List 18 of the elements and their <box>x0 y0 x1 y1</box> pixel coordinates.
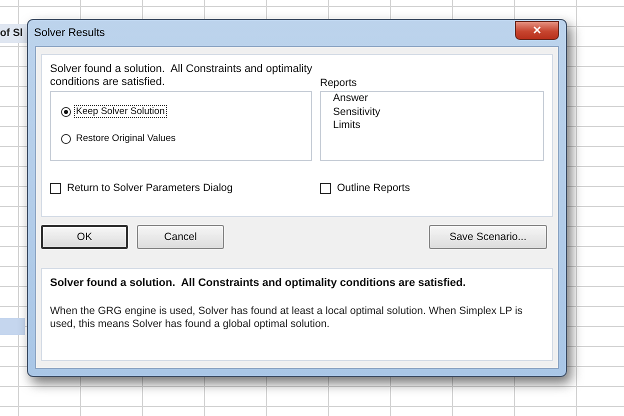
report-item[interactable]: Sensitivity <box>333 106 531 119</box>
return-checkbox[interactable]: Return to Solver Parameters Dialog <box>50 182 312 194</box>
dialog-button[interactable]: OK <box>41 225 128 249</box>
radio-option[interactable]: Restore Original Values <box>61 133 301 144</box>
outline-reports-checkbox[interactable]: Outline Reports <box>320 182 544 194</box>
save-scenario-button[interactable]: Save Scenario... <box>429 225 547 249</box>
report-item[interactable]: Limits <box>333 119 531 132</box>
window-title: Solver Results <box>34 27 105 39</box>
cell-text: of Sl <box>0 24 29 43</box>
reports-label: Reports <box>320 77 358 89</box>
report-item[interactable]: Answer <box>333 92 531 106</box>
close-button[interactable]: ✕ <box>515 20 559 40</box>
selected-cell-highlight <box>0 318 25 335</box>
result-message: Solver found a solution. All Constraints and optimality conditions are satisfied. <box>50 63 314 89</box>
details-heading: Solver found a solution. All Constraints and optimality conditions are satisfied. <box>50 277 467 289</box>
dialog-button[interactable]: Cancel <box>137 225 224 249</box>
details-text: When the GRG engine is used, Solver has found at least a local optimal solution. When Simplex LP is used, this means Solver has found a global optimal solution. <box>50 305 524 331</box>
radio-option[interactable]: Keep Solver Solution <box>61 106 301 117</box>
